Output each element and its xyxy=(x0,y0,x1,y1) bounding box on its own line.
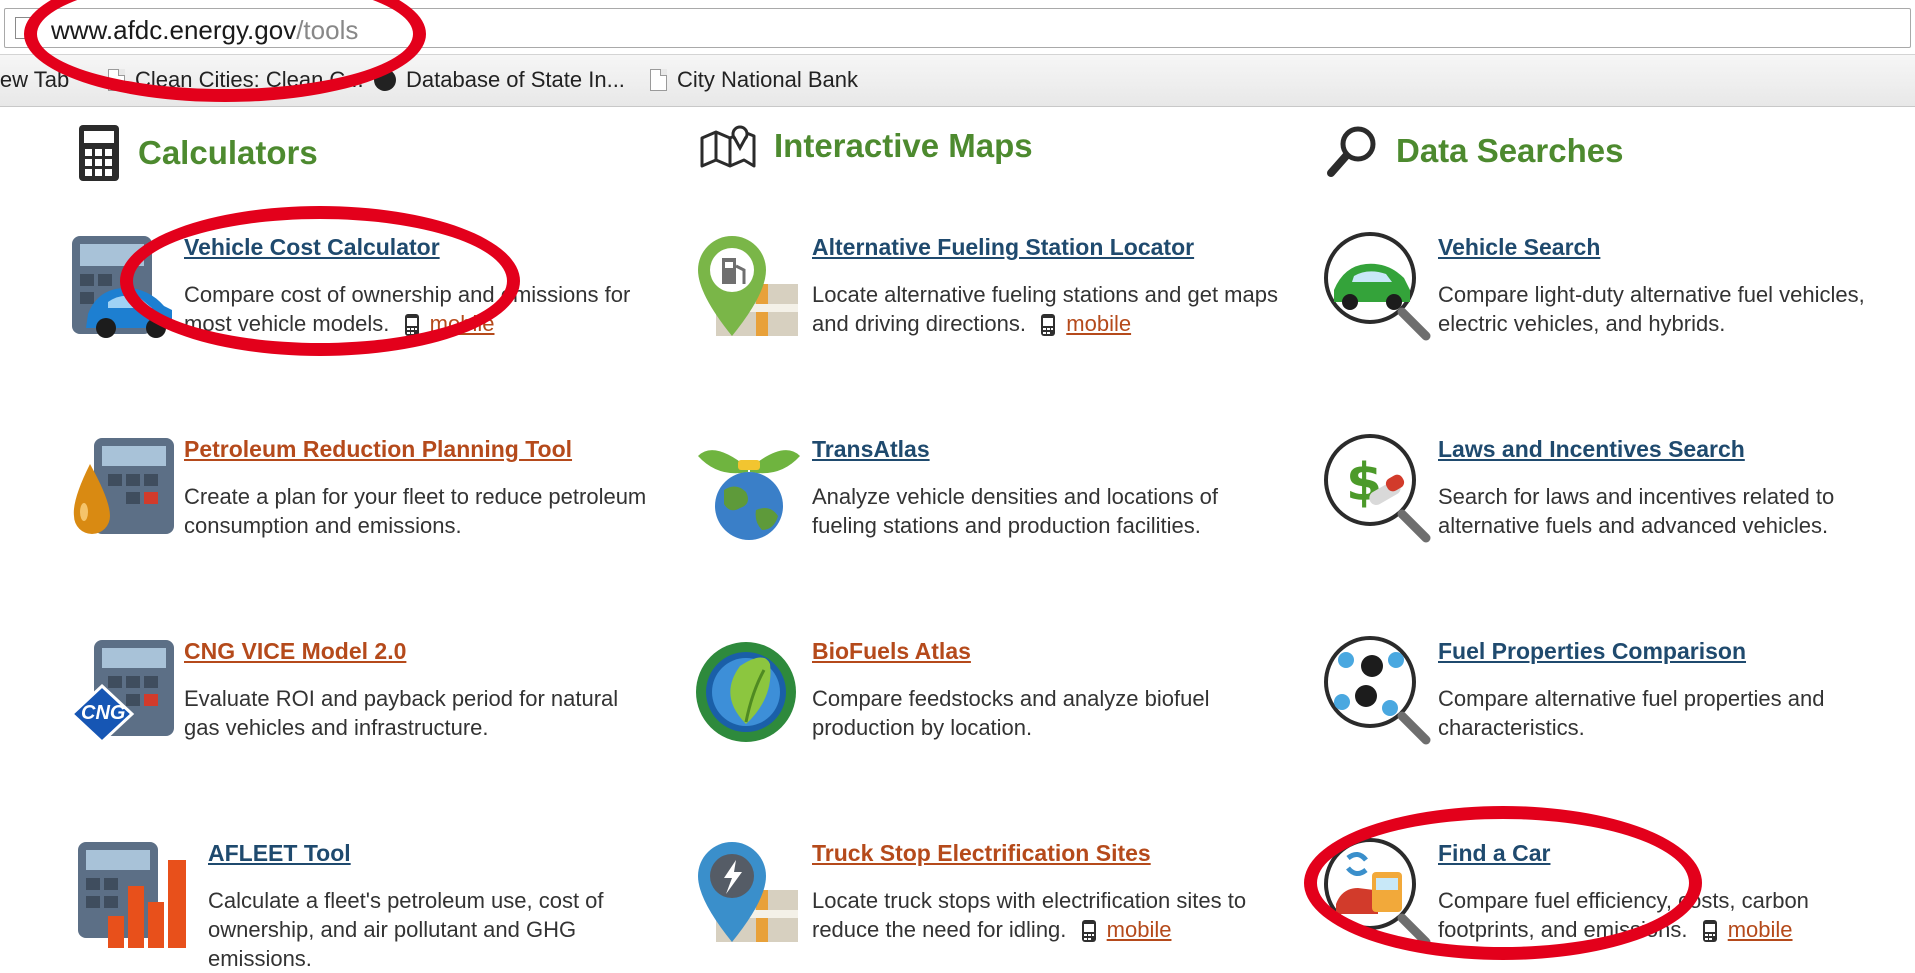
tool-description: Locate truck stops with electrification … xyxy=(812,886,1282,944)
annotation-ellipse-vehicle-cost xyxy=(120,206,520,356)
calculator-oil-drop-icon xyxy=(73,438,174,534)
tool-description: Compare feedstocks and analyze biofuel p… xyxy=(812,684,1282,742)
cng-badge: CNG xyxy=(81,702,126,724)
section-calculators: Calculators xyxy=(78,124,318,182)
section-interactive-maps: Interactive Maps xyxy=(700,124,1033,168)
calculator-cng-icon xyxy=(69,640,174,745)
tool-description-text: Compare light-duty alternative fuel vehi… xyxy=(1438,282,1865,336)
tool-description: Evaluate ROI and payback period for natu… xyxy=(184,684,654,742)
bookmark-label: City National Bank xyxy=(677,67,858,92)
magnifier-dollar-icon: $ xyxy=(1324,434,1431,543)
phone-icon xyxy=(1081,920,1096,943)
calculator-bar-chart-icon xyxy=(78,842,186,948)
map-icon xyxy=(700,125,756,168)
tool-title-link[interactable]: BioFuels Atlas xyxy=(812,638,971,665)
phone-icon xyxy=(1702,920,1717,943)
tool-description: Locate alternative fueling stations and … xyxy=(812,280,1282,338)
tool-title-link[interactable]: Petroleum Reduction Planning Tool xyxy=(184,436,572,463)
mobile-link[interactable]: mobile xyxy=(1107,917,1172,942)
globe-leaves-car-icon xyxy=(698,450,800,540)
leaf-globe-icon xyxy=(696,642,796,742)
section-title: Interactive Maps xyxy=(774,127,1033,164)
calculator-icon xyxy=(79,125,119,181)
tool-title-link[interactable]: Truck Stop Electrification Sites xyxy=(812,840,1151,867)
tool-description: Compare alternative fuel properties and … xyxy=(1438,684,1908,742)
annotation-ellipse-find-a-car xyxy=(1304,806,1702,960)
tool-description-text: Search for laws and incentives related t… xyxy=(1438,484,1835,538)
magnifier-molecule-icon xyxy=(1324,636,1431,745)
tool-title-link[interactable]: Fuel Properties Comparison xyxy=(1438,638,1746,665)
tool-description: Compare light-duty alternative fuel vehi… xyxy=(1438,280,1908,338)
electric-map-pin-icon xyxy=(698,842,798,942)
tool-description: Search for laws and incentives related t… xyxy=(1438,482,1908,540)
bookmark-label: Database of State In... xyxy=(406,67,625,92)
tool-description: Create a plan for your fleet to reduce p… xyxy=(184,482,654,540)
section-title: Calculators xyxy=(138,134,318,171)
tool-description-text: Evaluate ROI and payback period for natu… xyxy=(184,686,619,740)
mobile-link[interactable]: mobile xyxy=(1066,311,1131,336)
section-data-searches: Data Searches xyxy=(1326,124,1623,178)
tool-description: Analyze vehicle densities and locations … xyxy=(812,482,1282,540)
tool-title-link[interactable]: TransAtlas xyxy=(812,436,930,463)
mobile-link[interactable]: mobile xyxy=(1728,917,1793,942)
magnifier-car-icon xyxy=(1324,232,1431,341)
tool-title-link[interactable]: Alternative Fueling Station Locator xyxy=(812,234,1194,261)
section-title: Data Searches xyxy=(1396,132,1624,169)
bookmark-database-state[interactable]: Database of State In... xyxy=(374,65,625,95)
page-icon xyxy=(650,69,667,91)
bookmark-city-national-bank[interactable]: City National Bank xyxy=(650,65,858,95)
fuel-station-map-pin-icon xyxy=(698,236,798,336)
tool-title-link[interactable]: Vehicle Search xyxy=(1438,234,1600,261)
tool-description: Calculate a fleet's petroleum use, cost … xyxy=(208,886,648,973)
phone-icon xyxy=(1041,314,1056,337)
tool-description-text: Locate truck stops with electrification … xyxy=(812,888,1247,942)
tool-title-link[interactable]: CNG VICE Model 2.0 xyxy=(184,638,406,665)
tool-title-link[interactable]: AFLEET Tool xyxy=(208,840,351,867)
magnifier-icon xyxy=(1327,126,1376,177)
tool-description-text: Compare alternative fuel properties and … xyxy=(1438,686,1825,740)
tool-title-link[interactable]: Laws and Incentives Search xyxy=(1438,436,1745,463)
tool-description-text: Calculate a fleet's petroleum use, cost … xyxy=(208,888,604,971)
tool-description-text: Compare feedstocks and analyze biofuel p… xyxy=(812,686,1210,740)
tool-description-text: Analyze vehicle densities and locations … xyxy=(812,484,1219,538)
tool-description-text: Create a plan for your fleet to reduce p… xyxy=(184,484,647,538)
